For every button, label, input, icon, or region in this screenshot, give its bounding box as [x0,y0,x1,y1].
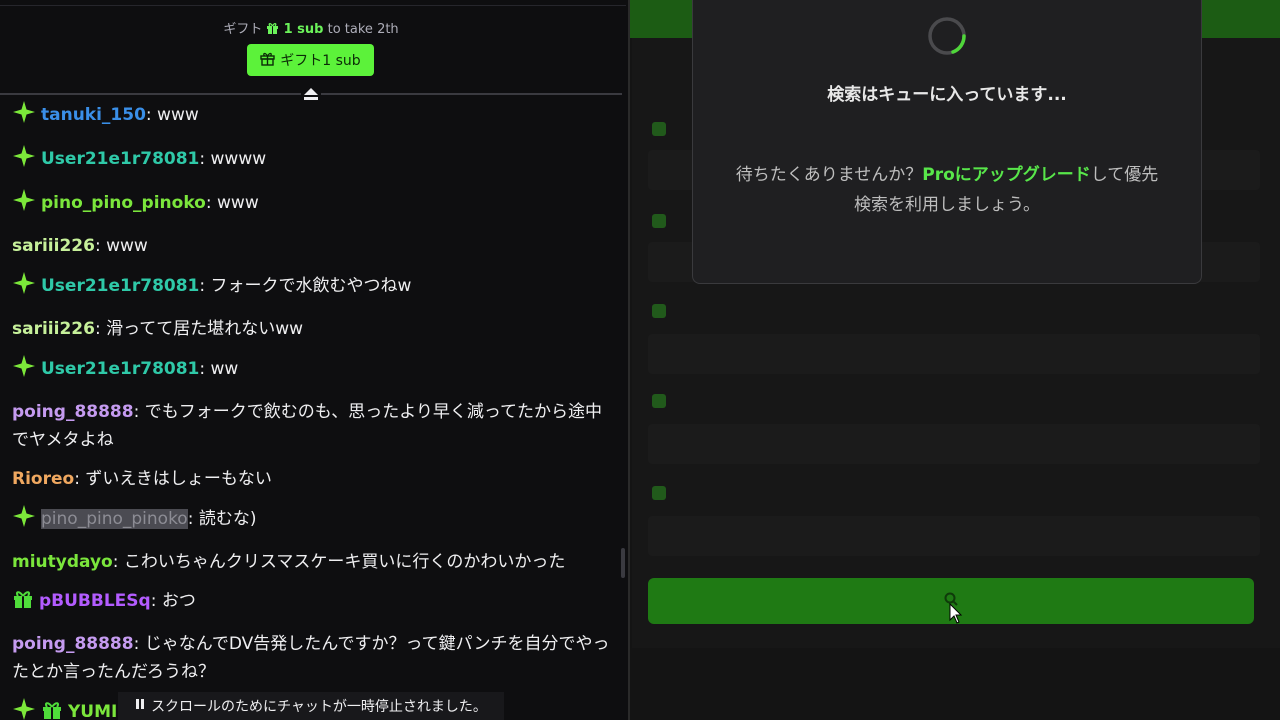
field-input-start-date [648,424,1260,464]
gift-sub-button[interactable]: ギフト1 sub [247,44,374,76]
gift-goal-text: ギフト 1 sub to take 2th [0,18,622,39]
chat-message-text: : wwww [199,149,267,169]
chat-username[interactable]: miutydayo [12,552,113,572]
chat-username[interactable]: sariii226 [12,236,95,256]
chat-message: poing_88888: でもフォークで飲むのも、思ったより早く減ってたから途中… [12,398,612,454]
chat-message: sariii226: www [12,232,612,260]
queue-modal: 検索はキューに入っています... 待ちたくありませんか？Proにアップグレードし… [692,0,1202,284]
chat-message-list: tanuki_150: www User21e1r78081: wwww pino_… [12,100,612,720]
modal-body: 待ちたくありませんか？Proにアップグレードして優先検索を利用しましょう。 [733,160,1161,220]
field-label-end [652,486,666,500]
field-label-2 [652,214,666,228]
chat-message-text: : こわいちゃんクリスマスケーキ買いに行くのかわいかった [112,552,566,572]
gift-badge-icon[interactable] [41,699,63,720]
sparkle-badge-icon[interactable] [12,100,36,133]
chat-message: Rioreo: ずいえきはしょーもない [12,465,612,493]
chat-scrollbar[interactable] [621,548,625,578]
loading-spinner-icon [927,16,967,56]
field-label-start [652,394,666,408]
checkbox-icon [652,304,666,318]
modal-title: 検索はキューに入っています... [827,85,1067,105]
paused-banner-text: スクロールのためにチャットが一時停止されました。 [151,699,487,715]
chat-message: poing_88888: じゃなんでDV告発したんですか？って鍵パンチを自分でや… [12,630,612,686]
chat-message: pino_pino_pinoko: 読むな) [12,504,612,537]
gift-icon [260,51,275,70]
chat-message: pBUBBLESq: おつ [12,587,612,619]
chat-top-border [0,0,626,6]
sparkle-badge-icon[interactable] [12,354,36,387]
chat-message: tanuki_150: www [12,100,612,133]
chat-username[interactable]: pino_pino_pinoko [41,509,188,529]
checkbox-icon [652,122,666,136]
modal-body-before: 待ちたくありませんか？ [735,165,923,185]
chat-message-text: : 滑ってて居た堪れないww [94,319,304,339]
chat-panel: ギフト 1 sub to take 2th ギフト1 sub tanuki_15… [0,0,626,720]
chat-message: User21e1r78081: wwww [12,144,612,177]
gift-goal-suffix: to take 2th [327,22,399,37]
chat-message-text: : ずいえきはしょーもない [74,469,272,489]
chat-username[interactable]: sariii226 [12,319,95,339]
chat-username[interactable]: Rioreo [12,469,74,489]
chat-username[interactable]: User21e1r78081 [41,276,199,296]
sparkle-badge-icon[interactable] [12,188,36,221]
sparkle-badge-icon[interactable] [12,271,36,304]
sparkle-badge-icon[interactable] [12,697,36,720]
chat-message-text: : www [145,105,199,125]
gift-goal-prefix: ギフト [223,22,263,37]
chat-message-text: : www [205,193,259,213]
gift-goal-highlight: 1 sub [283,22,324,37]
chat-username[interactable]: pino_pino_pinoko [41,193,206,213]
chat-message-text: : ww [199,359,239,379]
chat-username[interactable]: pBUBBLESq [39,591,151,611]
gift-badge-icon[interactable] [12,588,34,619]
chat-message-text: : おつ [150,591,196,611]
chat-username[interactable]: poing_88888 [12,634,134,654]
chat-username[interactable]: poing_88888 [12,402,134,422]
upgrade-pro-link[interactable]: Proにアップグレード [922,165,1091,185]
chat-username[interactable]: tanuki_150 [41,105,146,125]
chat-message: User21e1r78081: フォークで水飲むやつねw [12,271,612,304]
sparkle-badge-icon[interactable] [12,504,36,537]
checkbox-icon [652,486,666,500]
chat-message-text: : www [94,236,148,256]
field-label-3 [652,304,666,318]
chat-message-text: : フォークで水飲むやつねw [199,276,412,296]
field-input-3 [648,334,1260,374]
chat-paused-banner[interactable]: スクロールのためにチャットが一時停止されました。 [118,692,504,720]
mouse-cursor-icon [949,602,963,625]
checkbox-icon [652,214,666,228]
pause-icon [135,698,145,714]
checkbox-icon [652,394,666,408]
chat-message: pino_pino_pinoko: www [12,188,612,221]
chat-username[interactable]: User21e1r78081 [41,359,199,379]
chat-message: User21e1r78081: ww [12,354,612,387]
chat-username[interactable]: User21e1r78081 [41,149,199,169]
gift-icon [266,22,279,39]
gift-button-label: ギフト1 sub [280,53,361,69]
chat-message: miutydayo: こわいちゃんクリスマスケーキ買いに行くのかわいかった [12,548,612,576]
chat-message: sariii226: 滑ってて居た堪れないww [12,315,612,343]
field-label-1 [652,122,666,136]
sparkle-badge-icon[interactable] [12,144,36,177]
field-input-end-date [648,516,1260,556]
chat-message-text: : 読むな) [187,509,257,529]
